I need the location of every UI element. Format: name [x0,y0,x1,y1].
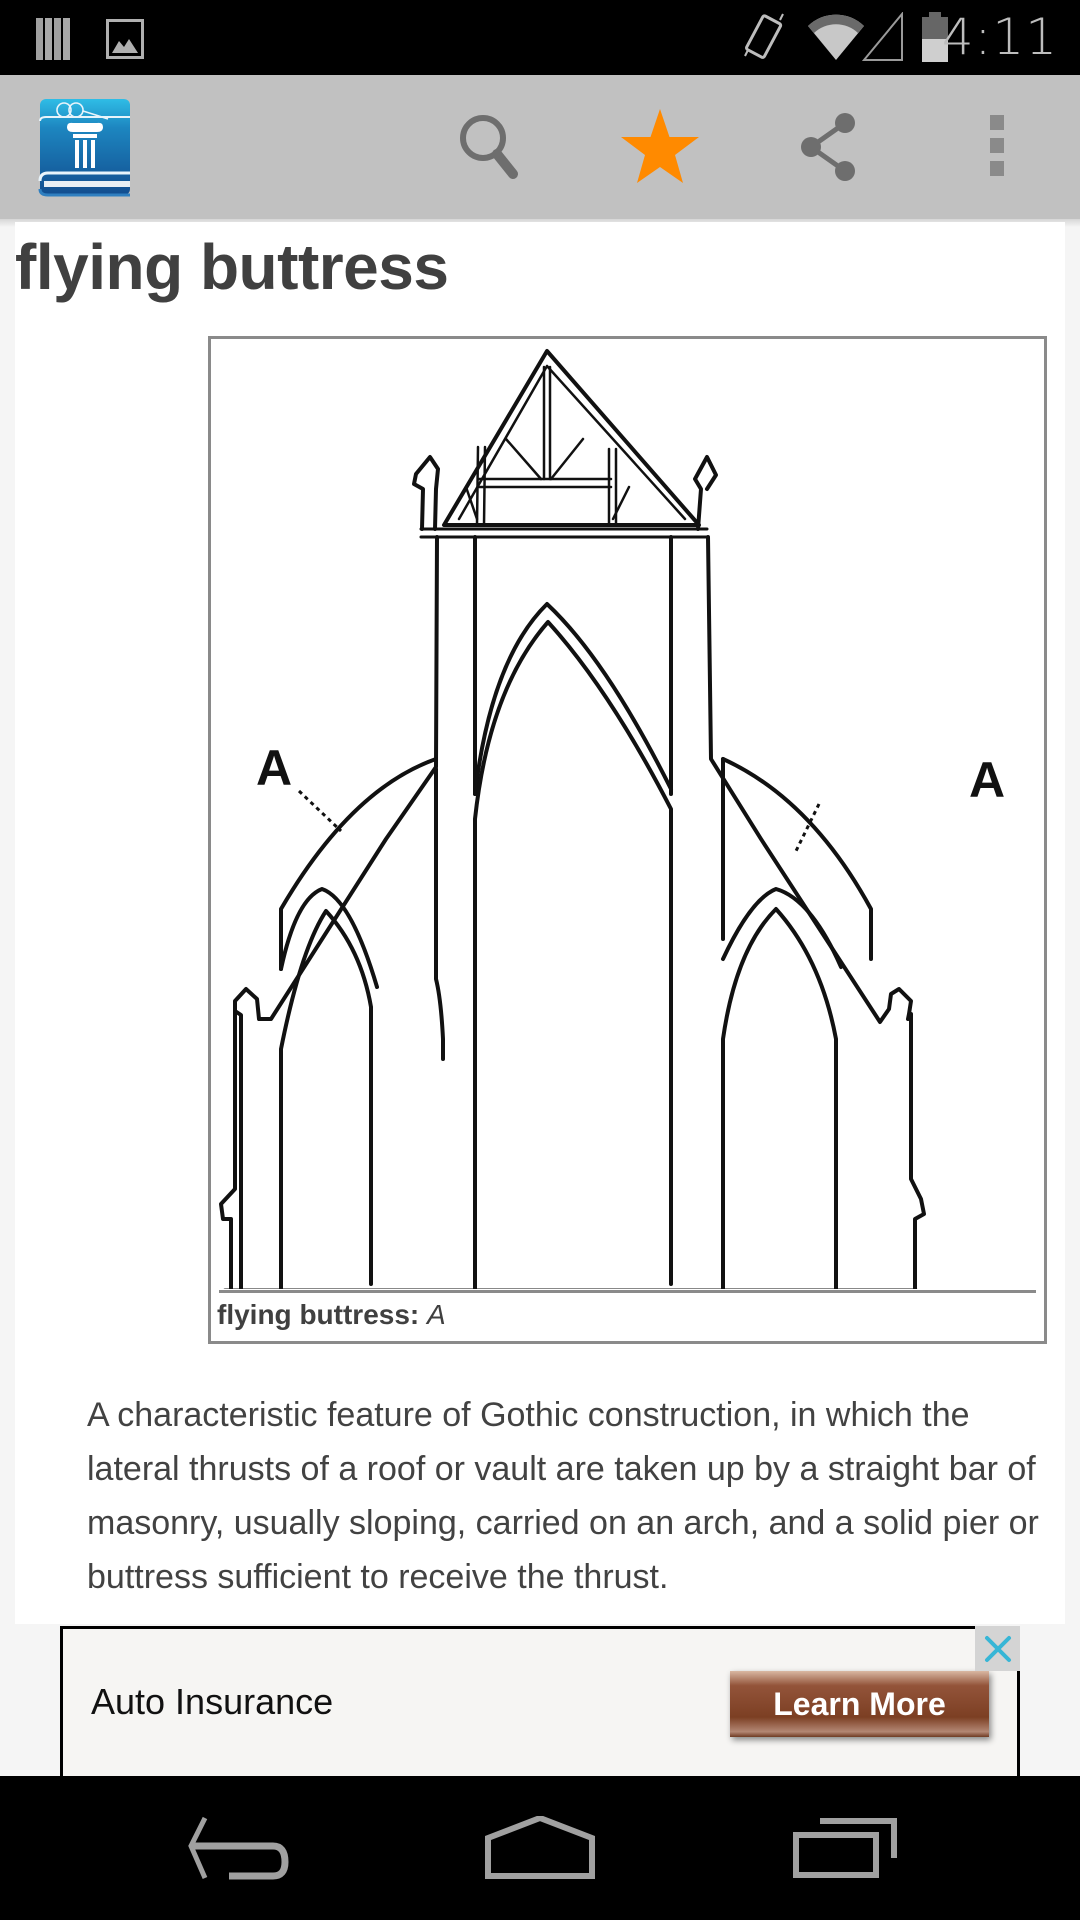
share-icon [801,113,855,181]
leader-line-left [297,789,343,833]
ad-banner[interactable]: Auto Insurance Learn More [60,1626,1020,1776]
share-button[interactable] [763,75,893,219]
status-clock: 4:11 [941,8,1058,66]
home-button[interactable] [440,1776,640,1920]
overflow-menu-button[interactable] [932,75,1062,219]
ad-close-button[interactable] [975,1626,1020,1671]
cell-signal-icon [861,11,904,67]
navigation-bar [0,1776,1080,1920]
status-bar: 4:11 [0,0,1080,75]
notification-stack-icon [36,18,72,65]
back-button[interactable] [140,1776,340,1920]
headword-title: flying buttress [15,231,449,303]
more-vert-icon [990,115,1004,176]
caption-divider [219,1290,1036,1293]
ad-text: Auto Insurance [91,1681,334,1722]
roof-truss [442,349,701,527]
image-notification-icon [106,19,144,64]
wifi-icon [808,14,864,65]
caption-label: A [427,1299,446,1330]
caption-term: flying buttress: [217,1299,420,1330]
star-icon [621,109,699,183]
figure-label-right: A [969,752,1006,808]
learn-more-button[interactable]: Learn More [730,1671,989,1737]
search-icon [460,115,518,179]
flying-buttress-illustration [219,349,926,1289]
dictionary-book-icon [38,99,130,197]
vibrate-icon [742,12,786,69]
search-button[interactable] [427,75,557,219]
action-bar [0,75,1080,227]
figure-label-left: A [256,740,293,796]
home-icon [485,1816,595,1879]
definition-text: A characteristic feature of Gothic const… [87,1396,1039,1596]
close-icon [984,1635,1011,1662]
app-logo[interactable] [38,97,132,197]
back-icon [188,1816,289,1880]
recents-button[interactable] [745,1776,945,1920]
favorite-button[interactable] [595,75,725,219]
illustration-figure[interactable]: A A flying buttress: A [208,336,1047,1344]
figure-caption: flying buttress: A [217,1299,446,1331]
recents-icon [793,1818,897,1878]
